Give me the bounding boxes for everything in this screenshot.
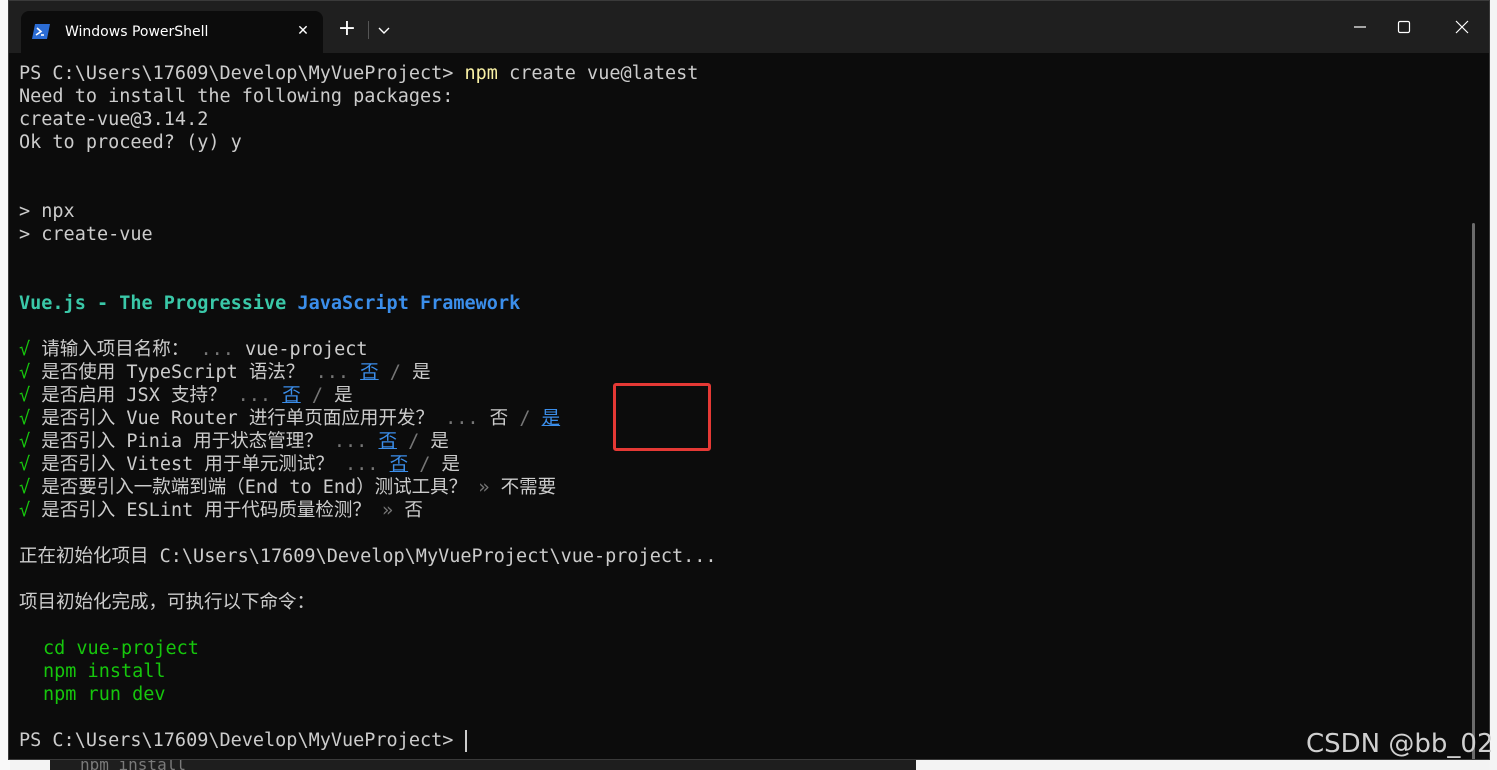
command-npm: npm	[464, 63, 498, 84]
scrollbar[interactable]	[1472, 223, 1475, 759]
watermark: CSDN @bb_02	[1306, 729, 1494, 759]
prompt-answer-vue-router: √ 是否引入 Vue Router 进行单页面应用开发？ ... 否 / 是	[19, 408, 561, 429]
prompt: PS C:\Users\17609\Develop\MyVueProject>	[19, 63, 465, 84]
highlight-box-annotation	[613, 383, 711, 451]
check-icon: √	[19, 477, 31, 498]
check-icon: √	[19, 408, 31, 429]
output-line: create-vue@3.14.2	[19, 109, 209, 130]
prompt-answer-project-name: √ 请输入项目名称： ... vue-project	[19, 339, 368, 360]
prompt-answer-jsx: √ 是否启用 JSX 支持？ ... 否 / 是	[19, 385, 353, 406]
prompt-answer-vitest: √ 是否引入 Vitest 用于单元测试？ ... 否 / 是	[19, 454, 461, 475]
command-line: PS C:\Users\17609\Develop\MyVueProject> …	[19, 62, 698, 85]
check-icon: √	[19, 362, 31, 383]
next-command-install: npm install	[43, 661, 166, 682]
close-icon[interactable]: ✕	[293, 21, 313, 41]
output-line: > create-vue	[19, 224, 153, 245]
command-args: create vue@latest	[497, 63, 699, 84]
prompt-answer-eslint: √ 是否引入 ESLint 用于代码质量检测？ » 否	[19, 500, 423, 521]
check-icon: √	[19, 431, 31, 452]
powershell-icon	[31, 23, 51, 40]
output-line: Ok to proceed? (y) y	[19, 132, 242, 153]
check-icon: √	[19, 339, 31, 360]
tab-separator	[368, 21, 369, 39]
prompt-answer-typescript: √ 是否使用 TypeScript 语法？ ... 否 / 是	[19, 362, 431, 383]
background-terminal-text: npm install	[80, 760, 186, 770]
output-line: Need to install the following packages:	[19, 86, 454, 107]
init-complete-line: 项目初始化完成，可执行以下命令：	[19, 592, 316, 613]
minimize-icon[interactable]	[1345, 13, 1375, 41]
output-line: > npx	[19, 201, 75, 222]
background-terminal-window: npm install	[50, 760, 916, 770]
prompt-answer-e2e: √ 是否要引入一款端到端（End to End）测试工具？ » 不需要	[19, 477, 557, 498]
terminal-window: Windows PowerShell ✕ + PS C:\Users\17609…	[8, 0, 1490, 760]
chevron-down-icon[interactable]	[376, 21, 392, 39]
next-command-cd: cd vue-project	[43, 638, 199, 659]
check-icon: √	[19, 454, 31, 475]
tab-windows-powershell[interactable]: Windows PowerShell ✕	[21, 11, 323, 53]
check-icon: √	[19, 500, 31, 521]
window-close-icon[interactable]	[1447, 13, 1477, 41]
current-prompt-line[interactable]: PS C:\Users\17609\Develop\MyVueProject>	[19, 729, 467, 752]
plus-icon[interactable]: +	[337, 18, 357, 40]
check-icon: √	[19, 385, 31, 406]
prompt: PS C:\Users\17609\Develop\MyVueProject>	[19, 730, 465, 751]
maximize-icon[interactable]	[1389, 13, 1419, 41]
next-command-dev: npm run dev	[43, 684, 166, 705]
desktop-background-right	[1489, 0, 1497, 770]
text-cursor	[464, 730, 467, 752]
vue-banner: Vue.js - The Progressive JavaScript Fram…	[19, 293, 521, 314]
tab-title: Windows PowerShell	[65, 24, 209, 40]
title-bar[interactable]: Windows PowerShell ✕ +	[9, 1, 1489, 53]
terminal-output[interactable]: PS C:\Users\17609\Develop\MyVueProject> …	[19, 53, 1477, 759]
init-status-line: 正在初始化项目 C:\Users\17609\Develop\MyVueProj…	[19, 546, 717, 567]
prompt-answer-pinia: √ 是否引入 Pinia 用于状态管理？ ... 否 / 是	[19, 431, 449, 452]
